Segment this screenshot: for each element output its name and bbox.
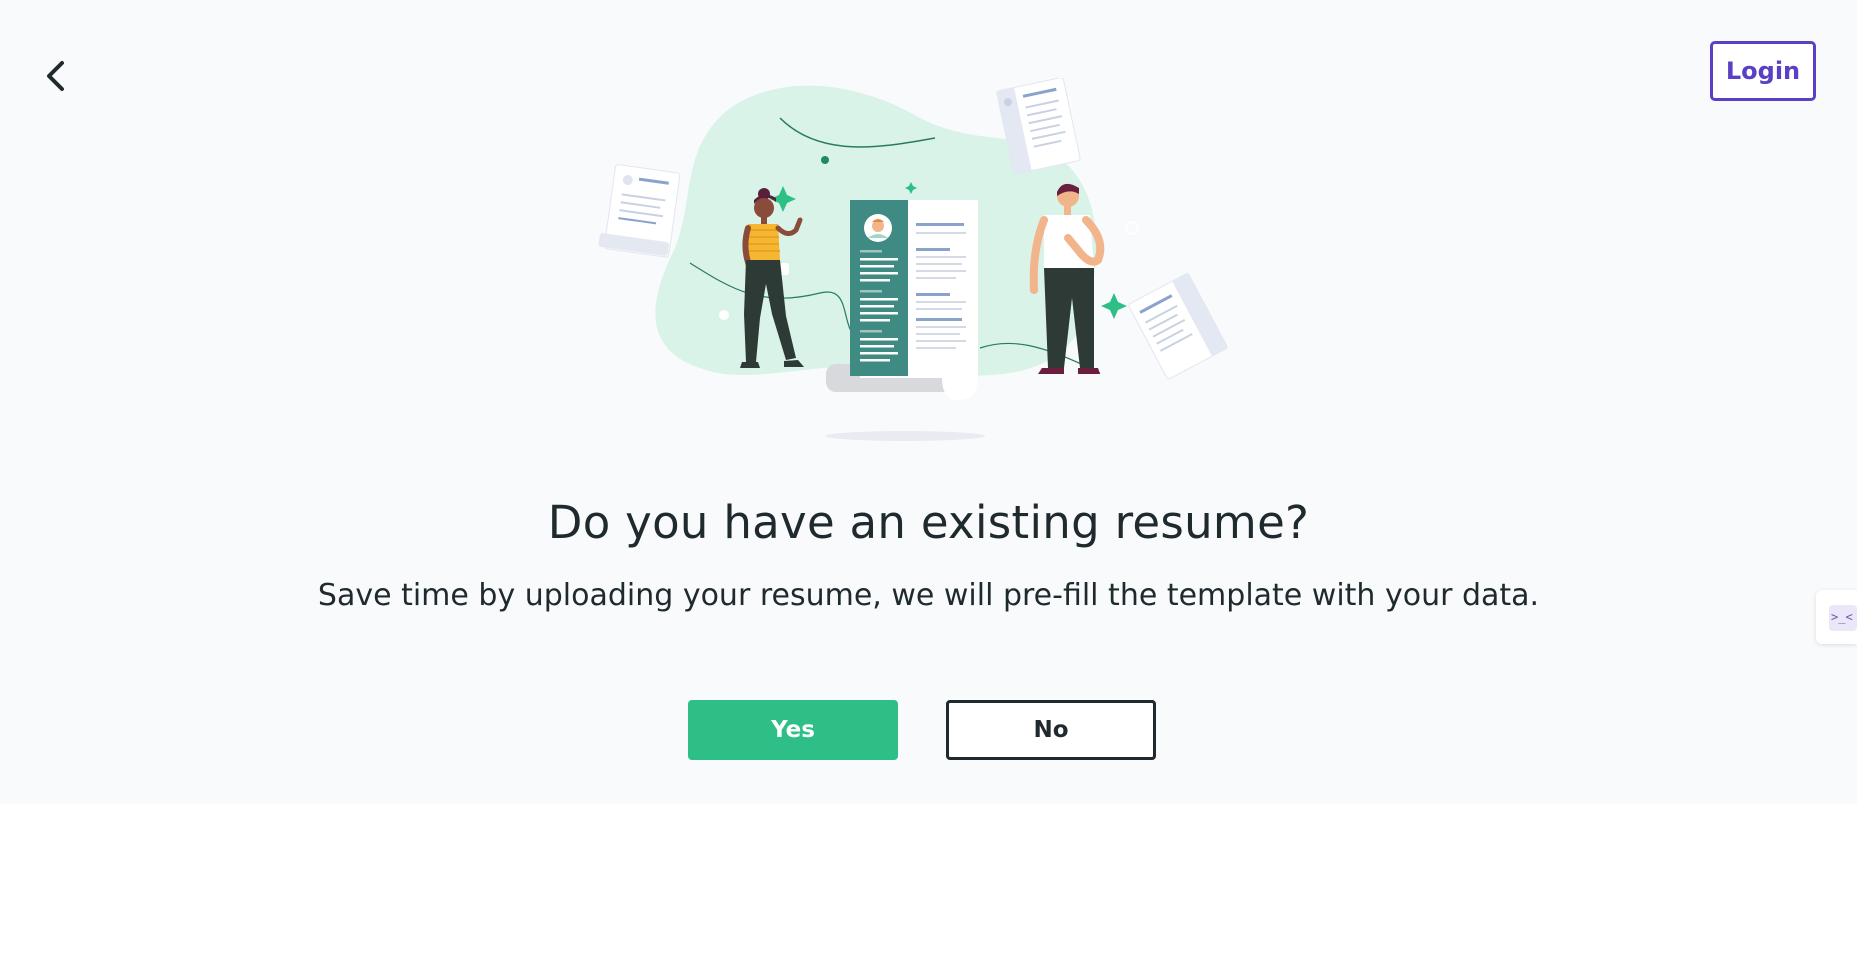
resume-illustration: [598, 78, 1228, 441]
chat-widget-icon: >_<: [1829, 605, 1857, 631]
back-button[interactable]: [38, 54, 74, 98]
side-chat-widget[interactable]: >_<: [1816, 590, 1857, 644]
page-subtitle: Save time by uploading your resume, we w…: [317, 578, 1540, 613]
chevron-left-icon: [47, 61, 64, 91]
login-button[interactable]: Login: [1710, 41, 1816, 101]
page: Login Do you have an existing resume? Sa…: [0, 0, 1857, 804]
no-button[interactable]: No: [946, 700, 1156, 760]
page-title: Do you have an existing resume?: [547, 496, 1310, 549]
svg-text:>_<: >_<: [1831, 610, 1853, 624]
yes-button[interactable]: Yes: [688, 700, 898, 760]
